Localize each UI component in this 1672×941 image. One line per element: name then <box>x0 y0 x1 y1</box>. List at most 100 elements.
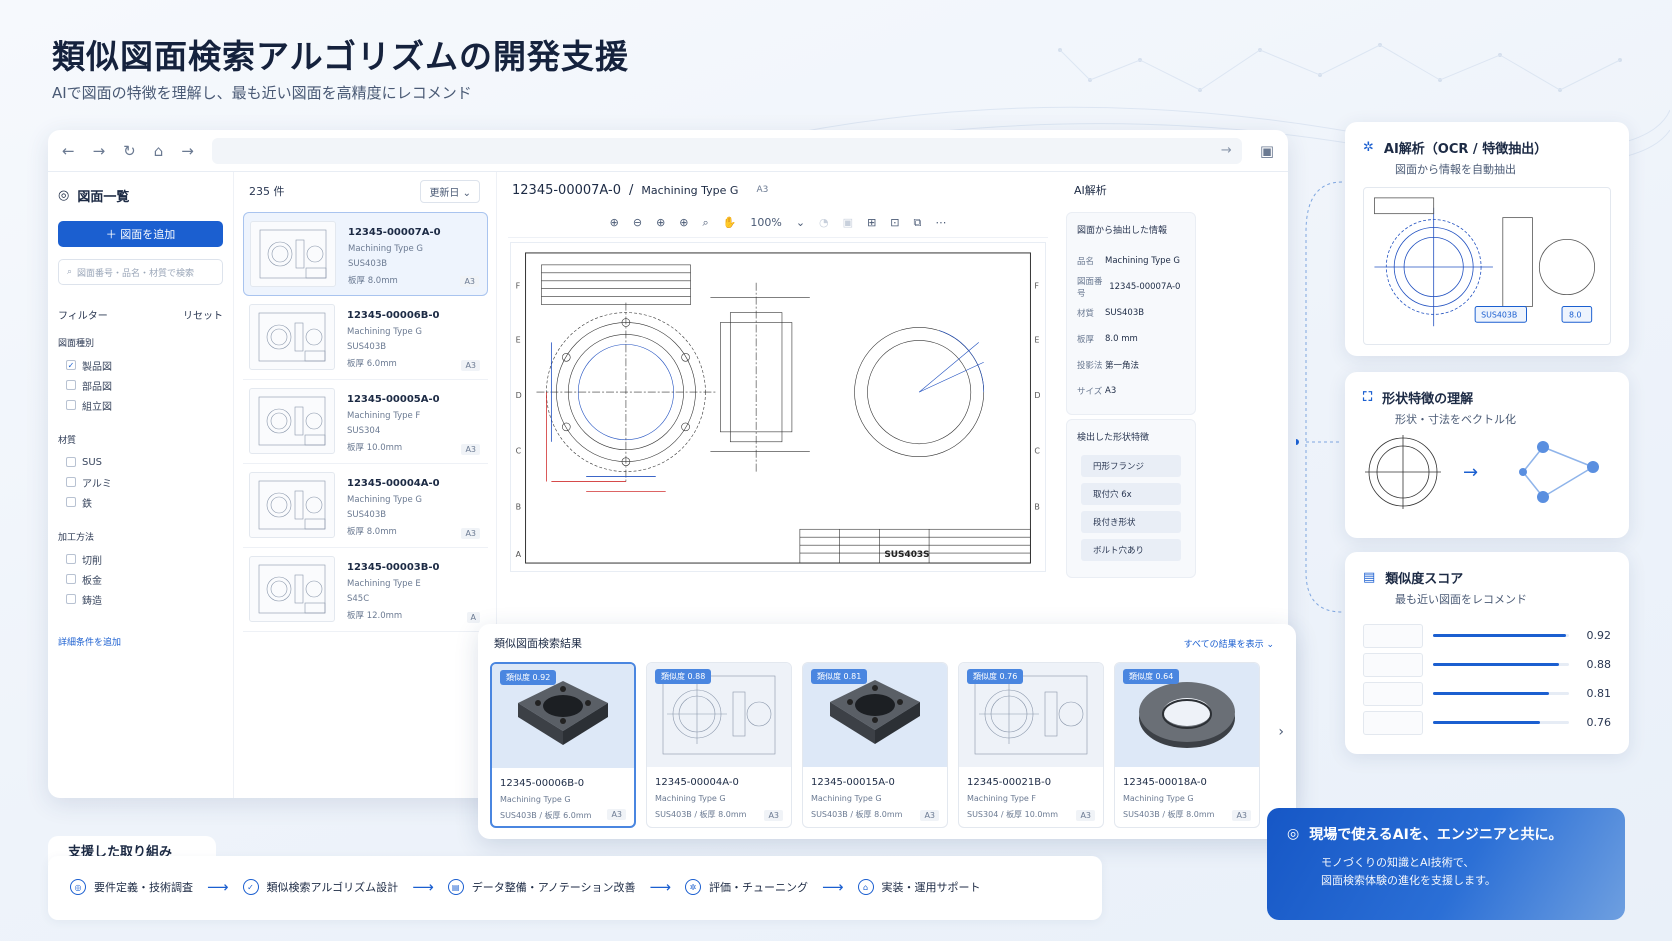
ai-analysis-panel: AI解析 図面から抽出した情報 品名 Machining Type G 図面番号 12… <box>1060 172 1202 588</box>
checkbox-icon[interactable] <box>66 574 76 584</box>
item-id: 12345-00003B-0 <box>347 562 440 573</box>
checkbox-icon[interactable] <box>66 497 76 507</box>
technical-drawing[interactable]: FEDCBA FEDCB SUS403S <box>510 242 1046 572</box>
item-id: 12345-00004A-0 <box>347 478 440 489</box>
item-name: Machining Type G <box>347 495 423 505</box>
info-value: 8.0 mm <box>1105 334 1138 344</box>
filter-checkbox[interactable]: ✓ 製品図 <box>58 355 223 375</box>
filter-checkbox[interactable]: 組立図 <box>58 395 223 415</box>
score-row: 0.81 <box>1363 679 1611 708</box>
result-card[interactable]: 類似度 0.76 12345-00021B-0 Machining Type F… <box>958 662 1104 828</box>
forward-icon[interactable]: → <box>93 142 106 160</box>
grid-icon[interactable]: ⊞ <box>867 216 876 229</box>
zoom-out-icon[interactable]: ⊖ <box>633 216 642 229</box>
layer-icon[interactable]: ▣ <box>843 216 853 229</box>
score-title: 類似度スコア <box>1385 572 1464 587</box>
item-size-badge: A <box>466 612 480 623</box>
info-key: 材質 <box>1077 309 1095 319</box>
result-id: 12345-00004A-0 <box>655 777 739 788</box>
result-card[interactable]: 類似度 0.88 12345-00004A-0 Machining Type G… <box>646 662 792 828</box>
add-drawing-button[interactable]: ＋ 図面を追加 <box>58 221 223 247</box>
list-item[interactable]: 12345-00003B-0 Machining Type E S45C 板厚 … <box>243 548 488 632</box>
chat-icon: ◎ <box>1287 826 1300 842</box>
result-card[interactable]: 類似度 0.92 12345-00006B-0 Machining Type G… <box>490 662 636 828</box>
filter-checkbox[interactable]: 鉄 <box>58 492 223 512</box>
zoom-area-icon[interactable]: ⊕ <box>679 216 688 229</box>
svg-text:F: F <box>516 282 521 291</box>
list-item[interactable]: 12345-00004A-0 Machining Type G SUS403B … <box>243 464 488 548</box>
result-image: 類似度 0.92 <box>492 664 634 768</box>
url-bar[interactable]: → <box>211 137 1242 164</box>
list-item[interactable]: 12345-00007A-0 Machining Type G SUS403B … <box>243 212 488 296</box>
info-row: 投影法 第一角法 <box>1077 352 1185 378</box>
next-arrow-icon[interactable]: › <box>1278 724 1284 740</box>
fit-icon[interactable]: ⊡ <box>890 216 899 229</box>
zoom-level[interactable]: 100% <box>750 216 781 229</box>
filter-label: フィルター <box>58 311 108 322</box>
more-icon[interactable]: ⋯ <box>935 216 946 229</box>
ocr-drawing-thumb: SUS403B 8.0 <box>1363 187 1611 345</box>
checkbox-icon[interactable] <box>66 594 76 604</box>
home-icon[interactable]: ⌂ <box>154 142 164 160</box>
zoom-fit-icon[interactable]: ⊕ <box>656 216 665 229</box>
cta-title: 現場で使えるAIを、エンジニアと共に。 <box>1309 827 1563 843</box>
back-icon[interactable]: ← <box>62 142 75 160</box>
add-condition-link[interactable]: 詳細条件を追加 <box>58 635 223 648</box>
filter-checkbox[interactable]: SUS <box>58 452 223 472</box>
ai-panel-title: AI解析 <box>1074 184 1107 197</box>
filter-checkbox[interactable]: アルミ <box>58 472 223 492</box>
rotate-icon[interactable]: ◔ <box>819 216 829 229</box>
score-track <box>1433 634 1569 637</box>
show-all-link[interactable]: すべての結果を表示 ⌄ <box>1184 637 1274 650</box>
compare-icon[interactable]: ⧉ <box>914 216 922 230</box>
sort-dropdown[interactable]: 更新日 ⌄ <box>420 179 480 203</box>
reset-button[interactable]: リセット <box>183 307 223 322</box>
reload-icon[interactable]: ↻ <box>123 142 136 160</box>
item-material: SUS403B <box>347 510 387 520</box>
go-icon[interactable]: → <box>181 142 194 160</box>
filter-checkbox[interactable]: 部品図 <box>58 375 223 395</box>
extracted-info-card: 図面から抽出した情報 品名 Machining Type G 図面番号 12345-0… <box>1066 212 1196 415</box>
drawing-viewer: 12345-00007A-0 / Machining Type G A3 ⊕ ⊖ ⊕… <box>498 172 1058 588</box>
zoom-in-icon[interactable]: ⊕ <box>610 216 619 229</box>
result-image: 類似度 0.76 <box>959 663 1103 767</box>
step-label: 類似検索アルゴリズム設計 <box>266 881 399 894</box>
filter-checkbox[interactable]: 切削 <box>58 549 223 569</box>
initiative-step: ▤ データ整備・アノテーション改善 <box>447 879 636 895</box>
list-item[interactable]: 12345-00006B-0 Machining Type G SUS403B … <box>243 296 488 380</box>
info-value: A3 <box>1105 386 1117 396</box>
item-size-badge: A3 <box>461 528 480 539</box>
result-card[interactable]: 類似度 0.81 12345-00015A-0 Machining Type G… <box>802 662 948 828</box>
checkbox-icon[interactable] <box>66 477 76 487</box>
checkbox-icon[interactable] <box>66 457 76 467</box>
checkbox-icon[interactable]: ✓ <box>66 360 76 370</box>
result-name: Machining Type G <box>1123 794 1194 803</box>
checkbox-icon[interactable] <box>66 380 76 390</box>
item-material: SUS403B <box>348 259 388 269</box>
filter-checkbox[interactable]: 鋳造 <box>58 589 223 609</box>
item-name: Machining Type E <box>347 579 421 589</box>
zoom-dropdown-icon[interactable]: ⌄ <box>796 216 805 229</box>
svg-text:F: F <box>1034 282 1039 291</box>
checkbox-icon[interactable] <box>66 400 76 410</box>
url-go-icon[interactable]: → <box>1221 143 1232 158</box>
extension-icon[interactable]: ▣ <box>1260 142 1274 160</box>
score-bar <box>1433 721 1541 724</box>
checkbox-icon[interactable] <box>66 554 76 564</box>
magnifier-icon: ⌕ <box>67 267 73 277</box>
item-thickness: 板厚 6.0mm <box>347 359 397 369</box>
pan-icon[interactable]: ✋ <box>723 216 737 229</box>
result-id: 12345-00021B-0 <box>967 777 1052 788</box>
search-input[interactable]: ⌕ 図面番号・品名・材質で検索 <box>58 259 223 285</box>
score-thumbnail <box>1363 681 1423 706</box>
features-title: 検出した形状特徴 <box>1077 433 1150 443</box>
magnifier-tool-icon[interactable]: ⌕ <box>703 216 709 230</box>
result-card[interactable]: 類似度 0.64 12345-00018A-0 Machining Type G… <box>1114 662 1260 828</box>
info-value: 12345-00007A-0 <box>1109 282 1181 292</box>
item-material: SUS304 <box>347 426 381 436</box>
shape-desc: 形状・寸法をベクトル化 <box>1395 413 1516 426</box>
info-row: 材質 SUS403B <box>1077 300 1185 326</box>
search-placeholder: 図面番号・品名・材質で検索 <box>77 268 195 279</box>
list-item[interactable]: 12345-00005A-0 Machining Type F SUS304 板… <box>243 380 488 464</box>
filter-checkbox[interactable]: 板金 <box>58 569 223 589</box>
